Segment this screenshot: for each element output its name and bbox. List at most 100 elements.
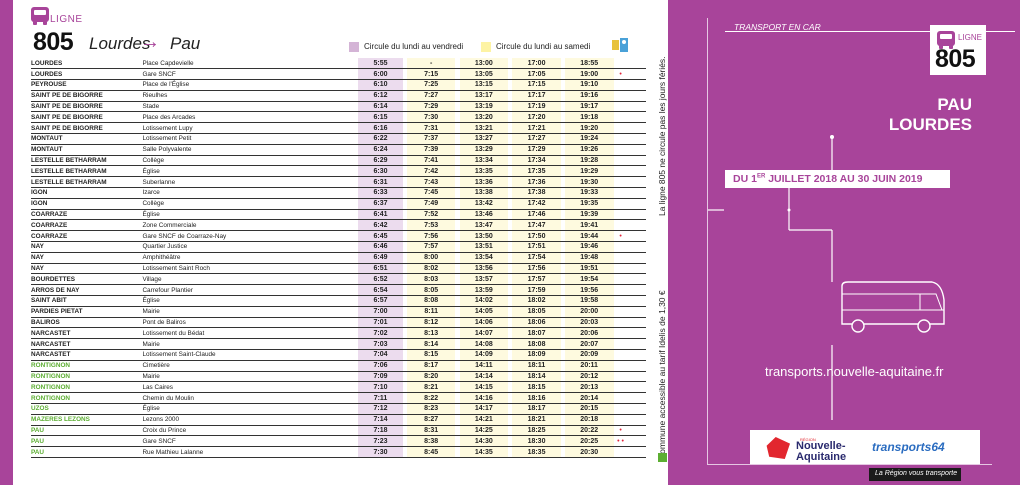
time-cell: 7:41	[406, 155, 456, 167]
time-cell: 19:16	[564, 90, 614, 102]
spacer	[627, 241, 646, 253]
table-row: BALIROS Pont de Baliros 7:01 8:12 14:06 18:06…	[31, 317, 646, 329]
route-arrow-icon: →	[140, 31, 160, 53]
connection-marker	[613, 295, 628, 307]
time-cell: 19:10	[564, 79, 614, 91]
table-row: PAU Gare SNCF 7:23 8:38 14:30 18:30 20:25 • •	[31, 435, 646, 448]
table-row: NARCASTET Lotissement du Bédat 7:02 8:13 14:…	[31, 327, 646, 340]
connection-marker	[613, 155, 628, 167]
spacer	[627, 155, 646, 167]
time-cell: 13:46	[459, 209, 509, 221]
spacer	[627, 317, 646, 329]
time-cell: 20:22	[564, 425, 614, 437]
spacer	[627, 79, 646, 91]
stop-name: Gare SNCF	[142, 435, 359, 448]
stop-city: MAZERES LEZONS	[31, 414, 143, 426]
table-row: PAU Rue Mathieu Lalanne 7:30 8:45 14:35 18:35…	[31, 446, 646, 458]
stop-city: UZOS	[31, 403, 143, 415]
spacer	[627, 403, 646, 415]
connection-marker	[613, 403, 628, 415]
time-cell: 8:08	[406, 295, 456, 307]
validity-dates: DU 1ER JUILLET 2018 AU 30 JUIN 2019	[733, 173, 923, 185]
time-cell: 6:49	[358, 252, 403, 264]
table-row: LOURDES Place Capdevielle 5:55-13:00 17:00 1…	[31, 58, 646, 70]
time-cell: 13:00	[459, 58, 509, 70]
connection-marker	[613, 446, 628, 458]
stop-city: COARRAZE	[31, 209, 143, 221]
table-row: RONTIGNON Mairie 7:09 8:20 14:14 18:14 20:12	[31, 371, 646, 383]
table-row: LESTELLE BETHARRAM Collège 6:29 7:41 13:34 17…	[31, 155, 646, 167]
time-cell: 7:04	[358, 349, 403, 361]
stop-city: ARROS DE NAY	[31, 284, 143, 297]
time-cell: 18:55	[564, 58, 614, 70]
stop-city: LESTELLE BETHARRAM	[31, 155, 143, 167]
stop-name: Lotissement Saint Roch	[142, 263, 359, 275]
cover-panel: TRANSPORT EN CAR LIGNE 805 PAU LOURDES D…	[680, 0, 1020, 485]
stop-city: PAU	[31, 446, 143, 458]
stop-city: SAINT PE DE BIGORRE	[31, 90, 143, 102]
time-cell: 19:24	[564, 133, 614, 145]
time-cell: 8:13	[406, 327, 456, 340]
connection-marker	[613, 101, 628, 113]
spacer	[627, 414, 646, 426]
spacer	[627, 122, 646, 135]
time-cell: 14:14	[459, 371, 509, 383]
stop-name: Croix du Prince	[142, 425, 359, 437]
partner-logos: RÉGION Nouvelle- Aquitaine transports64	[750, 430, 980, 464]
time-cell: 17:17	[512, 90, 561, 102]
time-cell: 18:25	[512, 425, 561, 437]
stop-name: Village	[142, 273, 359, 286]
time-cell: 13:17	[459, 90, 509, 102]
time-cell: 14:17	[459, 403, 509, 415]
stop-name: Salle Polyvalente	[142, 144, 359, 156]
time-cell: 17:46	[512, 209, 561, 221]
time-cell: 18:35	[512, 446, 561, 458]
connection-marker	[613, 414, 628, 426]
time-cell: 14:15	[459, 381, 509, 394]
stop-name: Église	[142, 403, 359, 415]
time-cell: 8:15	[406, 349, 456, 361]
time-cell: 17:19	[512, 101, 561, 113]
time-cell: 17:36	[512, 176, 561, 189]
accessibility-logo-icon	[612, 38, 628, 52]
spacer	[627, 187, 646, 199]
table-row: SAINT PE DE BIGORRE Stade 6:14 7:29 13:19 17:…	[31, 101, 646, 113]
table-row: SAINT PE DE BIGORRE Place des Arcades 6:15…	[31, 111, 646, 124]
time-cell: 18:30	[512, 435, 561, 448]
connection-marker	[613, 144, 628, 156]
transports64-logo: transports64	[872, 440, 945, 454]
time-cell: 7:03	[358, 338, 403, 351]
time-cell: 18:15	[512, 381, 561, 394]
time-cell: 18:09	[512, 349, 561, 361]
time-cell: 14:02	[459, 295, 509, 307]
time-cell: 8:31	[406, 425, 456, 437]
region-name-line2: Aquitaine	[796, 451, 847, 463]
time-cell: 19:35	[564, 198, 614, 210]
connection-marker: •	[613, 425, 628, 437]
time-cell: 13:42	[459, 198, 509, 210]
connection-marker	[613, 360, 628, 372]
table-row: UZOS Église 7:12 8:23 14:17 18:17 20:15	[31, 403, 646, 415]
stop-city: SAINT PE DE BIGORRE	[31, 122, 143, 135]
time-cell: 17:05	[512, 68, 561, 81]
bus-illustration-icon	[841, 281, 945, 333]
spacer	[627, 144, 646, 156]
website-link[interactable]: transports.nouvelle-aquitaine.fr	[765, 364, 944, 379]
stop-city: NARCASTET	[31, 338, 143, 351]
connection-marker	[613, 165, 628, 178]
stop-city: MONTAUT	[31, 133, 143, 145]
stop-name: Las Caires	[142, 381, 359, 394]
stop-name: Carrefour Plantier	[142, 284, 359, 297]
legend-weekdays-swatch	[481, 42, 491, 52]
spacer	[627, 371, 646, 383]
time-cell: 13:34	[459, 155, 509, 167]
time-cell: 17:59	[512, 284, 561, 297]
table-row: SAINT PE DE BIGORRE Rieulhes 6:12 7:27 13:17…	[31, 90, 646, 102]
time-cell: 8:22	[406, 392, 456, 404]
table-row: NAY Quartier Justice 6:46 7:57 13:51 17:51 19:…	[31, 241, 646, 253]
stop-city: BOURDETTES	[31, 273, 143, 286]
connection-marker	[613, 371, 628, 383]
time-cell: 13:20	[459, 111, 509, 124]
time-cell: 7:42	[406, 165, 456, 178]
table-row: NARCASTET Lotissement Saint-Claude 7:04 8:1…	[31, 349, 646, 361]
